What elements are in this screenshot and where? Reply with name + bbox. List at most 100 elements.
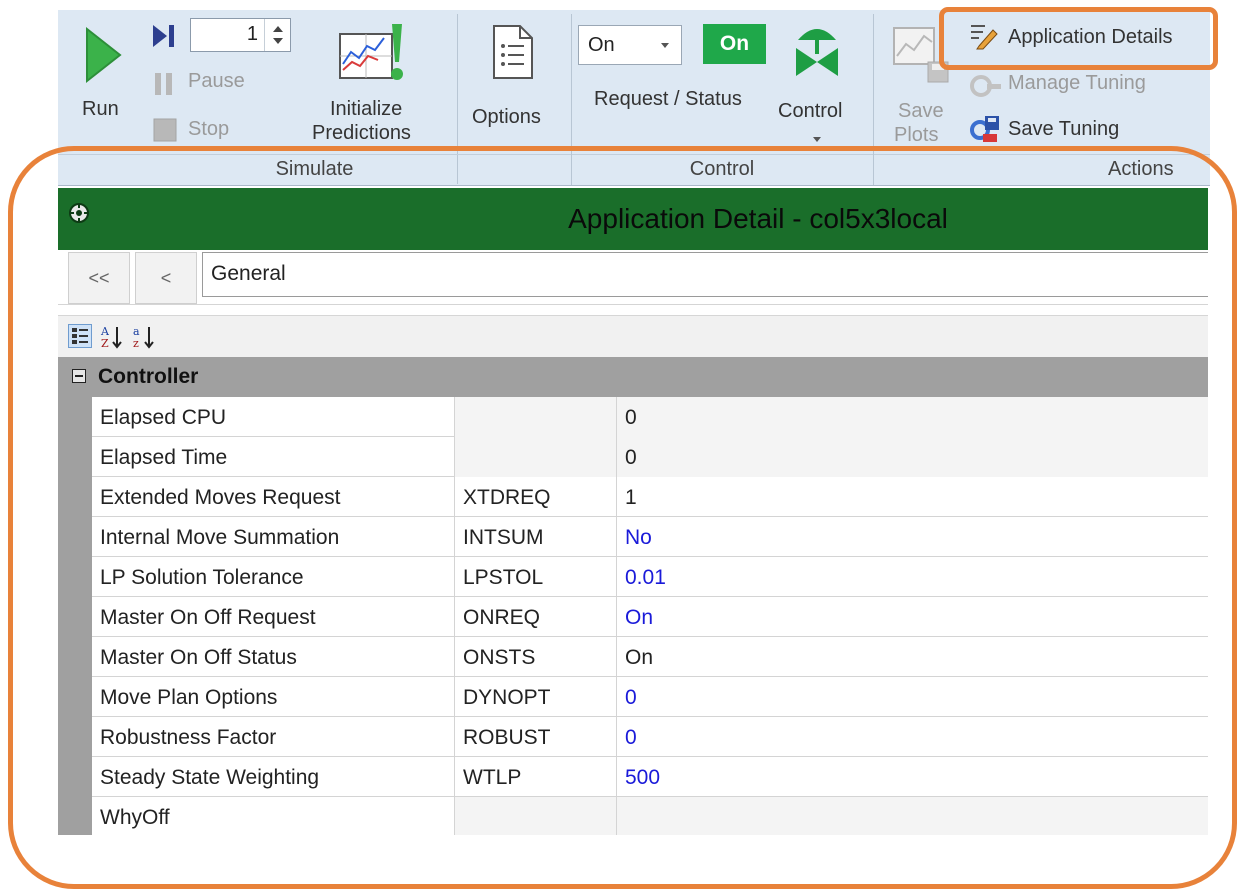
property-row[interactable]: Robustness Factor ROBUST 0 [92,717,1208,757]
sort-za-icon[interactable]: a z [132,324,156,350]
collapse-toggle-icon[interactable] [72,369,86,383]
chevron-down-icon [661,43,669,48]
svg-text:z: z [133,337,139,350]
property-name: Steady State Weighting [92,757,455,797]
property-value [617,797,1208,835]
property-code: WTLP [455,757,617,797]
property-value: On [625,646,654,669]
control-label: Control [778,100,843,122]
property-row[interactable]: Master On Off Request ONREQ On [92,597,1208,637]
save-tuning-label: Save Tuning [1008,118,1120,140]
property-name: Master On Off Status [92,637,455,677]
property-name: Master On Off Request [92,597,455,637]
property-code: XTDREQ [455,477,617,517]
request-dropdown[interactable]: On [578,25,682,65]
category-header-controller[interactable]: Controller [58,357,1208,397]
stop-label: Stop [188,118,230,140]
property-code [455,797,617,835]
step-icon[interactable] [150,22,178,50]
pause-icon [155,73,172,95]
initialize-label-line1: Initialize [330,98,403,120]
property-name: Elapsed CPU [92,397,455,437]
status-badge: On [703,24,766,64]
page-navigation: << < General [58,250,1208,305]
current-page-field[interactable]: General [202,252,1208,297]
save-tuning-button[interactable]: Save Tuning [965,112,1205,146]
property-code: ONREQ [455,597,617,637]
svg-text:Z: Z [101,337,109,350]
manage-tuning-icon [970,75,1001,97]
manage-tuning-label: Manage Tuning [1008,72,1146,94]
options-button[interactable]: Options [466,16,562,146]
property-code: DYNOPT [455,677,617,717]
control-button[interactable]: Control [774,16,862,150]
options-label: Options [472,106,541,128]
sort-az-icon[interactable]: A Z [100,324,124,350]
property-row[interactable]: Extended Moves Request XTDREQ 1 [92,477,1208,517]
step-count-value: 1 [246,23,258,45]
pause-button: Pause [150,68,260,98]
property-name: Move Plan Options [92,677,455,717]
run-button[interactable]: Run [68,16,138,136]
property-code: INTSUM [455,517,617,557]
property-code: ROBUST [455,717,617,757]
panel-titlebar: Application Detail - col5x3local [58,188,1208,250]
group-label-simulate: Simulate [275,158,354,180]
property-value[interactable]: On [617,597,1208,637]
nav-first-button[interactable]: << [68,252,130,304]
categorized-icon[interactable] [68,324,92,348]
request-dropdown-value: On [588,34,615,56]
property-value[interactable]: 0.01 [617,557,1208,597]
property-row[interactable]: Steady State Weighting WTLP 500 [92,757,1208,797]
property-code: ONSTS [455,637,617,677]
property-row[interactable]: WhyOff [92,797,1208,835]
stepper-arrows[interactable] [264,19,290,51]
nav-prev-button[interactable]: < [135,252,197,304]
property-row[interactable]: Move Plan Options DYNOPT 0 [92,677,1208,717]
property-value: 0 [617,437,1208,477]
options-icon [493,25,533,79]
property-row[interactable]: Master On Off Status ONSTS On [92,637,1208,677]
property-value[interactable]: 0 [617,717,1208,757]
property-value[interactable]: 0 [617,677,1208,717]
group-label-actions: Actions [1108,158,1174,180]
property-code: LPSTOL [455,557,617,597]
initialize-predictions-icon [339,24,403,80]
property-name: WhyOff [92,797,455,835]
pause-label: Pause [188,70,245,92]
property-name: Elapsed Time [92,437,455,477]
property-value[interactable]: 500 [617,757,1208,797]
stop-button: Stop [150,114,260,144]
property-name: Internal Move Summation [92,517,455,557]
property-name: Extended Moves Request [92,477,455,517]
manage-tuning-button: Manage Tuning [965,68,1205,102]
property-name: Robustness Factor [92,717,455,757]
save-tuning-icon [970,116,999,142]
control-chevron-down-icon [813,137,821,142]
request-status-label: Request / Status [594,88,742,110]
property-rows: Elapsed CPU 0 Elapsed Time 0 Extended Moves … [92,397,1208,835]
stop-icon [153,118,177,142]
property-value[interactable]: No [617,517,1208,557]
group-label-control: Control [689,158,755,180]
step-count-stepper[interactable]: 1 [190,18,291,52]
initialize-predictions-button[interactable]: Initialize Predictions [308,16,438,150]
control-valve-icon [796,29,838,76]
save-plots-label-line1: Save [898,100,944,122]
run-icon [86,26,122,84]
property-value: 0 [617,397,1208,437]
property-row[interactable]: Internal Move Summation INTSUM No [92,517,1208,557]
property-value: 1 [625,486,637,509]
property-row[interactable]: Elapsed Time 0 [92,437,1208,477]
property-row[interactable]: Elapsed CPU 0 [92,397,1208,437]
property-row[interactable]: LP Solution Tolerance LPSTOL 0.01 [92,557,1208,597]
highlight-application-details [939,7,1218,70]
initialize-label-line2: Predictions [312,122,411,144]
save-plots-label-line2: Plots [894,124,939,146]
property-name: LP Solution Tolerance [92,557,455,597]
property-grid-toolbar: A Z a z [58,315,1208,357]
application-detail-panel: Application Detail - col5x3local << < Ge… [58,188,1208,835]
category-title: Controller [98,365,199,388]
run-label: Run [82,98,119,120]
property-code [455,397,617,437]
